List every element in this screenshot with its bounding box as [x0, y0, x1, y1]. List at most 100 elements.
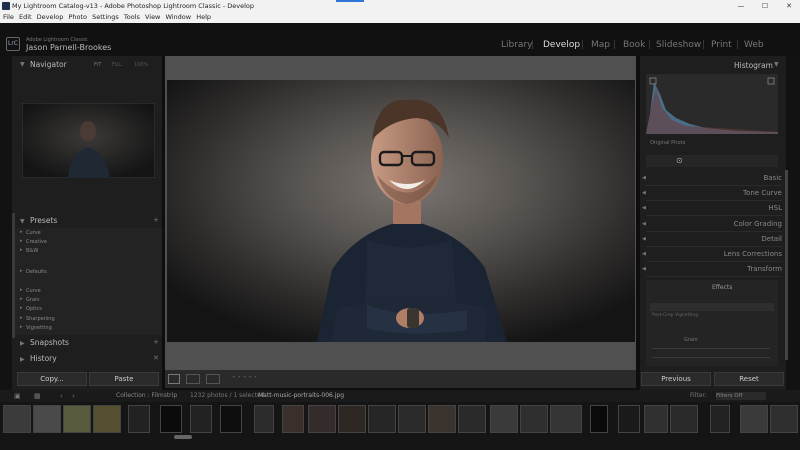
grain-slider[interactable] [652, 348, 770, 349]
module-print[interactable]: Print [711, 40, 732, 50]
left-scrollbar[interactable] [12, 213, 15, 338]
thumbnail[interactable] [254, 405, 274, 433]
section-color-grading[interactable]: Color Grading [646, 217, 782, 232]
preset-group[interactable]: Curve [26, 230, 41, 236]
module-web[interactable]: Web [744, 40, 764, 50]
before-after-icon[interactable] [186, 374, 200, 384]
compare-icon[interactable] [206, 374, 220, 384]
navigator-preview[interactable] [22, 103, 155, 178]
main-photo[interactable] [167, 80, 635, 342]
filmstrip-scrollbar[interactable] [174, 435, 192, 439]
module-slideshow[interactable]: Slideshow [656, 40, 701, 50]
histogram-toggle-icon[interactable]: ▼ [774, 61, 779, 68]
thumbnail[interactable] [490, 405, 518, 433]
star-rating-icon[interactable]: • • • • • [232, 374, 257, 381]
section-lens-corrections[interactable]: Lens Corrections [646, 247, 782, 262]
nav-forward-icon[interactable]: › [72, 392, 75, 400]
thumbnail[interactable] [740, 405, 768, 433]
menu-photo[interactable]: Photo [68, 13, 87, 21]
module-book[interactable]: Book [623, 40, 645, 50]
thumbnail[interactable] [618, 405, 640, 433]
preset-group-icon[interactable]: ▸ [20, 305, 23, 311]
thumbnail[interactable] [220, 405, 242, 433]
thumbnail[interactable] [308, 405, 336, 433]
thumbnail[interactable] [338, 405, 366, 433]
preset-group[interactable]: B&W [26, 248, 38, 254]
thumbnail[interactable] [93, 405, 121, 433]
minimize-button[interactable]: — [730, 0, 752, 12]
reset-button[interactable]: Reset [714, 372, 784, 386]
menu-tools[interactable]: Tools [124, 13, 140, 21]
histogram[interactable] [646, 74, 778, 134]
thumbnail[interactable] [458, 405, 486, 433]
zoom-fit[interactable]: FIT [94, 62, 101, 68]
module-library[interactable]: Library [501, 40, 532, 50]
menu-develop[interactable]: Develop [37, 13, 64, 21]
thumbnail[interactable] [550, 405, 582, 433]
preset-group[interactable]: Defaults [26, 269, 47, 275]
preset-group[interactable]: Optics [26, 306, 42, 312]
thumbnail[interactable] [590, 405, 608, 433]
add-preset-icon[interactable]: + [153, 216, 159, 224]
thumbnail[interactable] [428, 405, 456, 433]
filmstrip-source[interactable]: Collection : Filmstrip [116, 392, 177, 399]
preset-group[interactable]: Curve [26, 288, 41, 294]
nav-back-icon[interactable]: ‹ [60, 392, 63, 400]
thumbnail[interactable] [63, 405, 91, 433]
thumbnail[interactable] [190, 405, 212, 433]
filter-select[interactable]: Filters Off [716, 392, 766, 400]
section-hsl[interactable]: HSL [646, 201, 782, 216]
history-toggle-icon[interactable]: ▶ [20, 356, 25, 363]
crop-tool-icon[interactable]: ⊙ [676, 156, 683, 165]
loupe-view-icon[interactable] [168, 374, 180, 384]
thumbnail[interactable] [368, 405, 396, 433]
preset-group-icon[interactable]: ▸ [20, 238, 23, 244]
preset-group[interactable]: Creative [26, 239, 47, 245]
secondary-display-icon[interactable]: ▣ [14, 392, 21, 400]
menu-settings[interactable]: Settings [92, 13, 119, 21]
thumbnail[interactable] [770, 405, 798, 433]
preset-group-icon[interactable]: ▸ [20, 229, 23, 235]
grain-size-slider[interactable] [652, 357, 770, 358]
thumbnail[interactable] [3, 405, 31, 433]
module-develop[interactable]: Develop [543, 40, 580, 50]
right-scrollbar[interactable] [785, 170, 788, 360]
preset-group-icon[interactable]: ▸ [20, 315, 23, 321]
copy-button[interactable]: Copy... [17, 372, 87, 386]
close-button[interactable]: ✕ [778, 0, 800, 12]
menu-file[interactable]: File [3, 13, 14, 21]
section-basic[interactable]: Basic [646, 171, 782, 186]
thumbnail[interactable] [644, 405, 668, 433]
section-transform[interactable]: Transform [646, 262, 782, 277]
navigator-toggle-icon[interactable]: ▼ [20, 61, 25, 68]
menu-help[interactable]: Help [196, 13, 211, 21]
paste-button[interactable]: Paste [89, 372, 159, 386]
snapshots-toggle-icon[interactable]: ▶ [20, 340, 25, 347]
preset-group[interactable]: Sharpening [26, 316, 55, 322]
menu-edit[interactable]: Edit [19, 13, 32, 21]
vignette-style-field[interactable] [650, 303, 774, 311]
zoom-100[interactable]: 100% [134, 62, 148, 68]
grid-view-icon[interactable]: ▦ [34, 392, 41, 400]
section-tone-curve[interactable]: Tone Curve [646, 186, 782, 201]
thumbnail[interactable] [710, 405, 730, 433]
presets-toggle-icon[interactable]: ▼ [20, 218, 25, 225]
add-snapshot-icon[interactable]: + [153, 338, 159, 346]
preset-group-icon[interactable]: ▸ [20, 287, 23, 293]
preset-group[interactable]: Grain [26, 297, 40, 303]
section-detail[interactable]: Detail [646, 232, 782, 247]
thumbnail[interactable] [282, 405, 304, 433]
thumbnail[interactable] [33, 405, 61, 433]
thumbnail[interactable] [160, 405, 182, 433]
preset-group-icon[interactable]: ▸ [20, 268, 23, 274]
maximize-button[interactable]: ☐ [754, 0, 776, 12]
menu-window[interactable]: Window [165, 13, 191, 21]
clear-history-icon[interactable]: ✕ [153, 354, 159, 362]
previous-button[interactable]: Previous [641, 372, 711, 386]
module-map[interactable]: Map [591, 40, 610, 50]
thumbnail[interactable] [520, 405, 548, 433]
menu-view[interactable]: View [145, 13, 160, 21]
preset-group-icon[interactable]: ▸ [20, 324, 23, 330]
thumbnail[interactable] [398, 405, 426, 433]
thumbnail[interactable] [128, 405, 150, 433]
